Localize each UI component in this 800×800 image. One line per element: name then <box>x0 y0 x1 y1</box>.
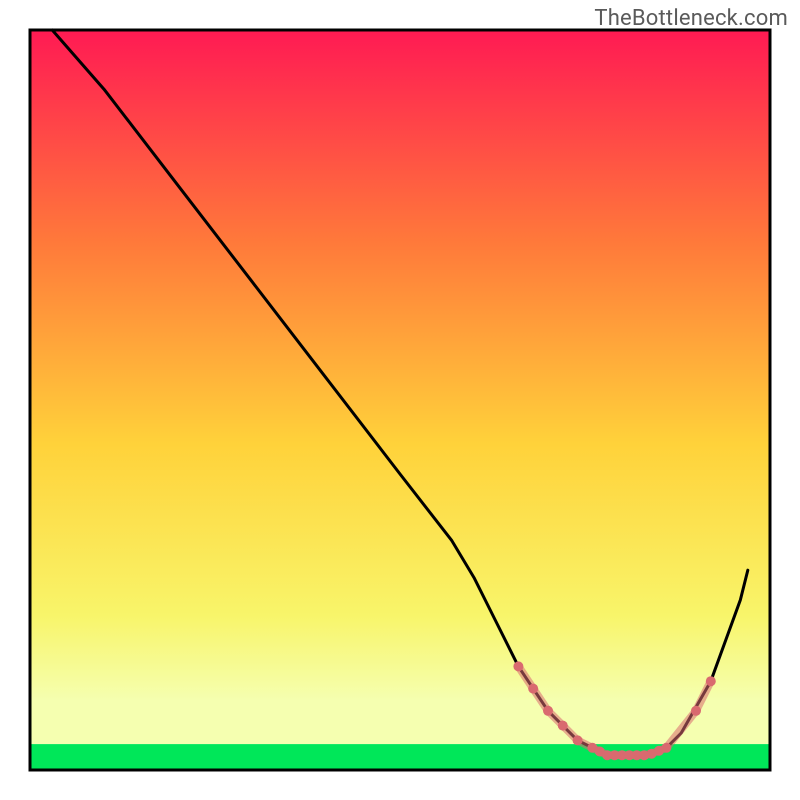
highlight-point <box>513 661 523 671</box>
highlight-point <box>573 735 583 745</box>
highlight-point <box>528 684 538 694</box>
highlight-point <box>558 721 568 731</box>
bottleneck-chart <box>0 0 800 800</box>
highlight-point <box>661 743 671 753</box>
chart-stage: TheBottleneck.com <box>0 0 800 800</box>
highlight-point <box>691 706 701 716</box>
watermark-text: TheBottleneck.com <box>594 6 788 31</box>
highlight-point <box>543 706 553 716</box>
highlight-point <box>706 676 716 686</box>
